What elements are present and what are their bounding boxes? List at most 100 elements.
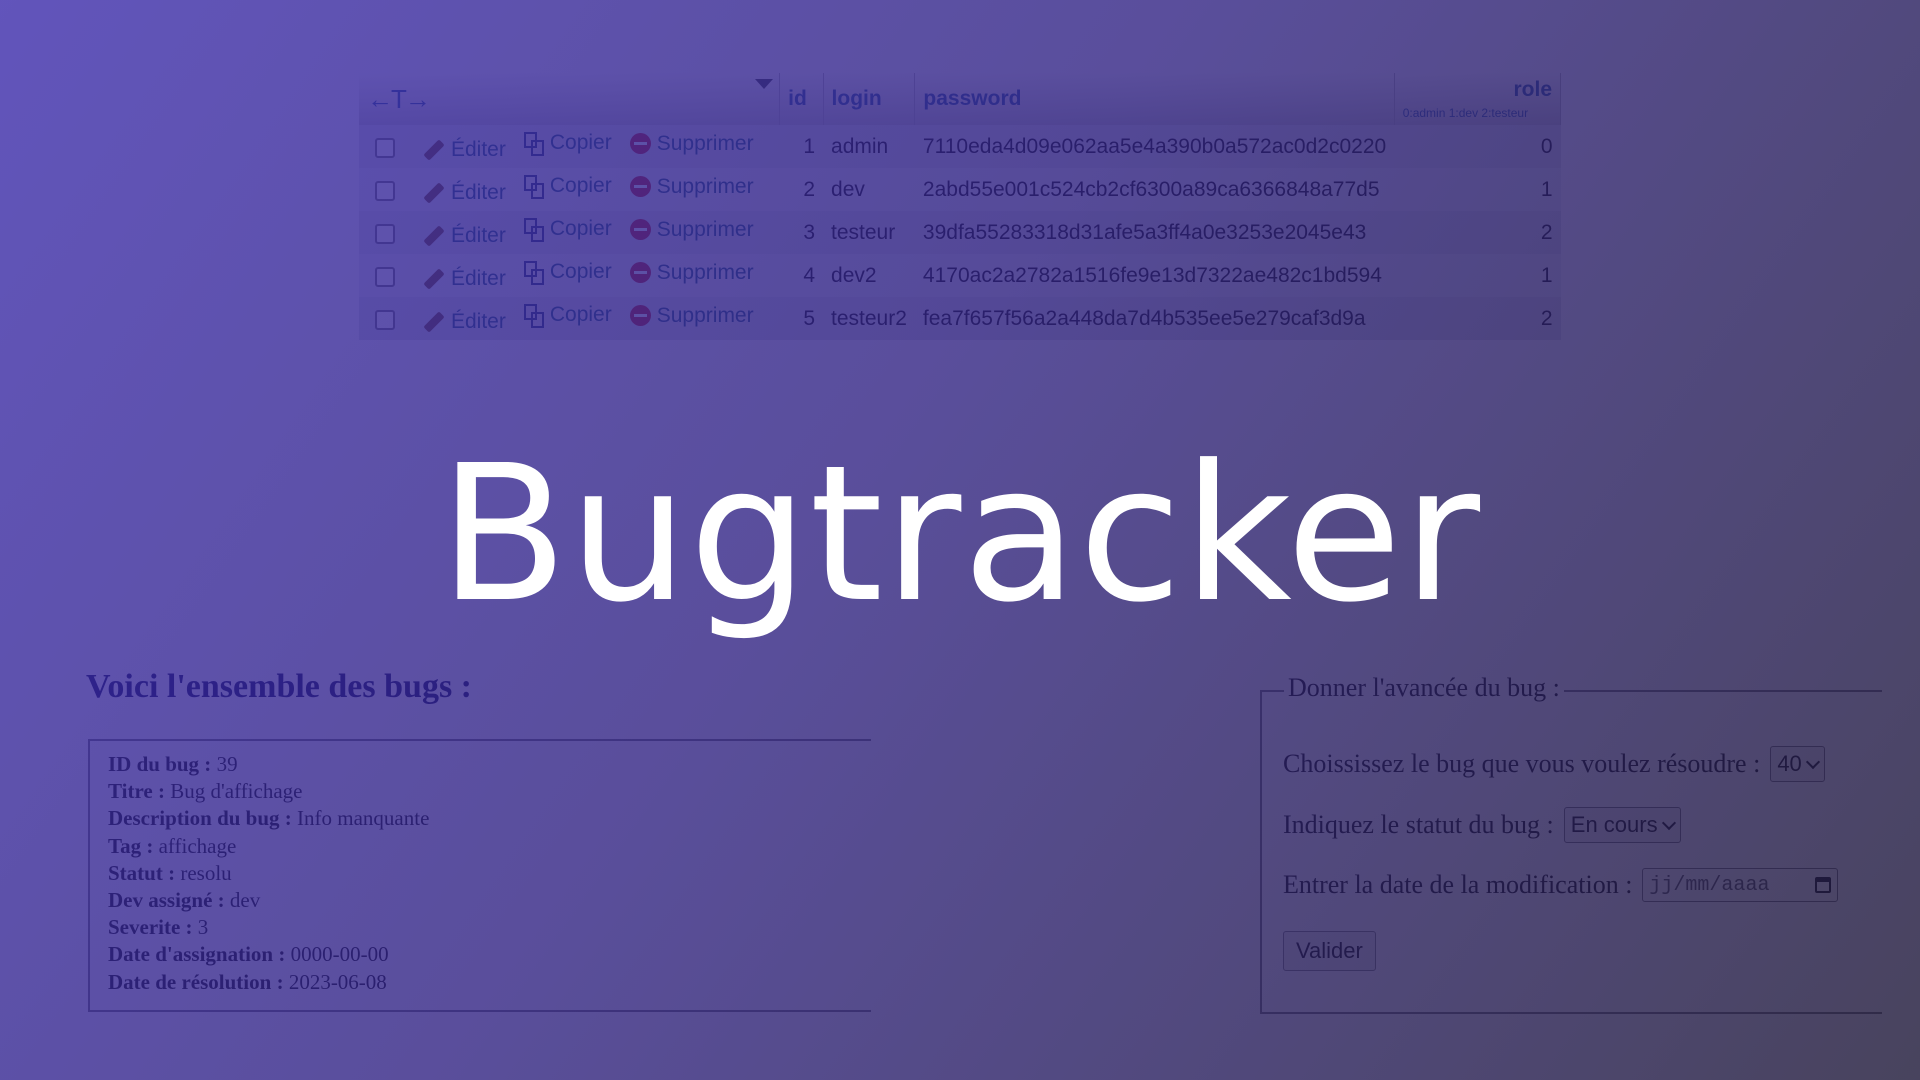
cell-login: admin [823, 125, 915, 168]
table-row[interactable]: Éditer Copier Supprimer 2 dev 2abd55e001c524c… [359, 168, 1561, 211]
column-header-password[interactable]: password [914, 73, 1395, 125]
column-nav-arrows[interactable]: ←T→ [367, 84, 431, 114]
table-row[interactable]: Éditer Copier Supprimer 1 admin 7110eda4d09e0… [359, 125, 1561, 168]
date-label: Entrer la date de la modification : [1283, 870, 1633, 899]
copy-link[interactable]: Copier [523, 303, 612, 328]
submit-button[interactable]: Valider [1283, 931, 1376, 971]
delete-link[interactable]: Supprimer [629, 174, 754, 199]
copy-label: Copier [549, 174, 612, 197]
delete-icon [629, 262, 651, 283]
status-select-label: Indiquez le statut du bug : [1283, 810, 1554, 839]
cell-password: fea7f657f56a2a448da7d4b535ee5e279caf3d9a [914, 297, 1395, 340]
bug-select-value: 40 [1777, 751, 1802, 776]
bug-field-id: ID du bug : 39 [108, 752, 238, 776]
status-select-row: Indiquez le statut du bug : En cours [1283, 807, 1681, 843]
copy-link[interactable]: Copier [523, 174, 612, 199]
row-checkbox[interactable] [375, 224, 395, 245]
sort-triangle-icon[interactable] [755, 79, 774, 89]
cell-role: 2 [1394, 297, 1561, 340]
status-select-value: En cours [1570, 812, 1658, 837]
column-header-id[interactable]: id [779, 73, 824, 125]
cell-password: 2abd55e001c524cb2cf6300a89ca6366848a77d5 [914, 168, 1395, 211]
row-actions-cell: Éditer Copier Supprimer [359, 168, 780, 211]
cell-role: 2 [1394, 211, 1561, 254]
edit-link[interactable]: Éditer [423, 267, 506, 291]
bug-field-resolve-date: Date de résolution : 2023-06-08 [108, 969, 387, 994]
copy-icon [523, 175, 544, 199]
row-actions-cell: Éditer Copier Supprimer [359, 211, 780, 254]
copy-icon [523, 261, 544, 285]
row-checkbox[interactable] [375, 181, 395, 202]
cell-password: 4170ac2a2782a1516fe9e13d7322ae482c1bd594 [914, 254, 1395, 297]
edit-label: Éditer [451, 310, 506, 333]
copy-icon [523, 304, 544, 328]
users-table: ←T→ id login password role 0:admin 1:dev… [359, 73, 1562, 340]
copy-icon [523, 218, 544, 242]
row-checkbox[interactable] [375, 267, 395, 288]
cell-login: testeur [823, 211, 915, 254]
bug-field-tag: Tag : affichage [108, 833, 237, 858]
status-select[interactable]: En cours [1563, 807, 1681, 843]
date-row: Entrer la date de la modification : jj/m… [1283, 868, 1839, 902]
row-checkbox[interactable] [375, 310, 395, 331]
pencil-icon [423, 311, 445, 333]
table-row[interactable]: Éditer Copier Supprimer 3 testeur 39dfa552833… [359, 211, 1561, 254]
bug-progress-form: Donner l'avancée du bug : Choississez le… [1260, 673, 1882, 1014]
delete-label: Supprimer [656, 174, 754, 198]
column-header-role[interactable]: role 0:admin 1:dev 2:testeur [1394, 73, 1562, 125]
bug-select-label: Choississez le bug que vous voulez résou… [1283, 749, 1761, 778]
role-legend: 0:admin 1:dev 2:testeur [1402, 106, 1529, 120]
delete-link[interactable]: Supprimer [629, 261, 754, 285]
edit-link[interactable]: Éditer [423, 224, 506, 248]
pencil-icon [423, 268, 445, 290]
cell-login: testeur2 [823, 297, 915, 340]
cell-id: 5 [779, 297, 824, 340]
copy-link[interactable]: Copier [523, 217, 612, 242]
form-legend: Donner l'avancée du bug : [1284, 673, 1564, 703]
pencil-icon [423, 225, 445, 247]
copy-link[interactable]: Copier [523, 260, 612, 285]
table-row[interactable]: Éditer Copier Supprimer 4 dev2 4170ac2a2782a1… [359, 254, 1561, 297]
edit-label: Éditer [451, 224, 506, 247]
bug-field-assign-date: Date d'assignation : 0000-00-00 [108, 942, 389, 967]
row-actions-cell: Éditer Copier Supprimer [359, 125, 780, 168]
delete-icon [629, 219, 651, 240]
column-header-login[interactable]: login [823, 73, 916, 125]
delete-link[interactable]: Supprimer [629, 303, 754, 328]
edit-link[interactable]: Éditer [423, 181, 506, 205]
copy-link[interactable]: Copier [523, 131, 612, 156]
cell-login: dev2 [823, 254, 915, 297]
modification-date-input[interactable]: jj/mm/aaaa [1642, 868, 1839, 902]
row-actions-cell: Éditer Copier Supprimer [359, 297, 780, 340]
cell-role: 1 [1394, 254, 1561, 297]
cell-role: 0 [1394, 125, 1561, 168]
cell-login: dev [823, 168, 915, 211]
delete-label: Supprimer [656, 131, 754, 155]
copy-label: Copier [549, 260, 612, 283]
row-checkbox[interactable] [375, 138, 395, 159]
delete-icon [629, 176, 651, 197]
row-actions-cell: Éditer Copier Supprimer [359, 254, 780, 297]
delete-icon [629, 305, 651, 326]
pencil-icon [423, 139, 445, 161]
calendar-icon[interactable] [1815, 877, 1832, 893]
bug-list-heading: Voici l'ensemble des bugs : [86, 668, 473, 705]
bug-field-status: Statut : resolu [108, 860, 232, 885]
delete-link[interactable]: Supprimer [629, 217, 754, 242]
cell-id: 3 [779, 211, 824, 254]
delete-link[interactable]: Supprimer [629, 131, 754, 156]
bug-field-description: Description du bug : Info manquante [108, 806, 430, 831]
hero-title: Bugtracker [438, 425, 1482, 644]
column-nav-header[interactable]: ←T→ [359, 73, 781, 125]
edit-link[interactable]: Éditer [423, 310, 506, 334]
bug-field-title: Titre : Bug d'affichage [108, 779, 303, 804]
bug-field-severity: Severite : 3 [108, 915, 209, 940]
delete-label: Supprimer [656, 217, 754, 241]
role-header-label: role [1513, 78, 1552, 101]
edit-label: Éditer [451, 181, 506, 204]
table-row[interactable]: Éditer Copier Supprimer 5 testeur2 fea7f657f5… [359, 297, 1561, 340]
bug-select[interactable]: 40 [1770, 746, 1825, 782]
delete-label: Supprimer [656, 303, 754, 327]
cell-id: 1 [779, 125, 824, 168]
edit-link[interactable]: Éditer [423, 138, 506, 162]
